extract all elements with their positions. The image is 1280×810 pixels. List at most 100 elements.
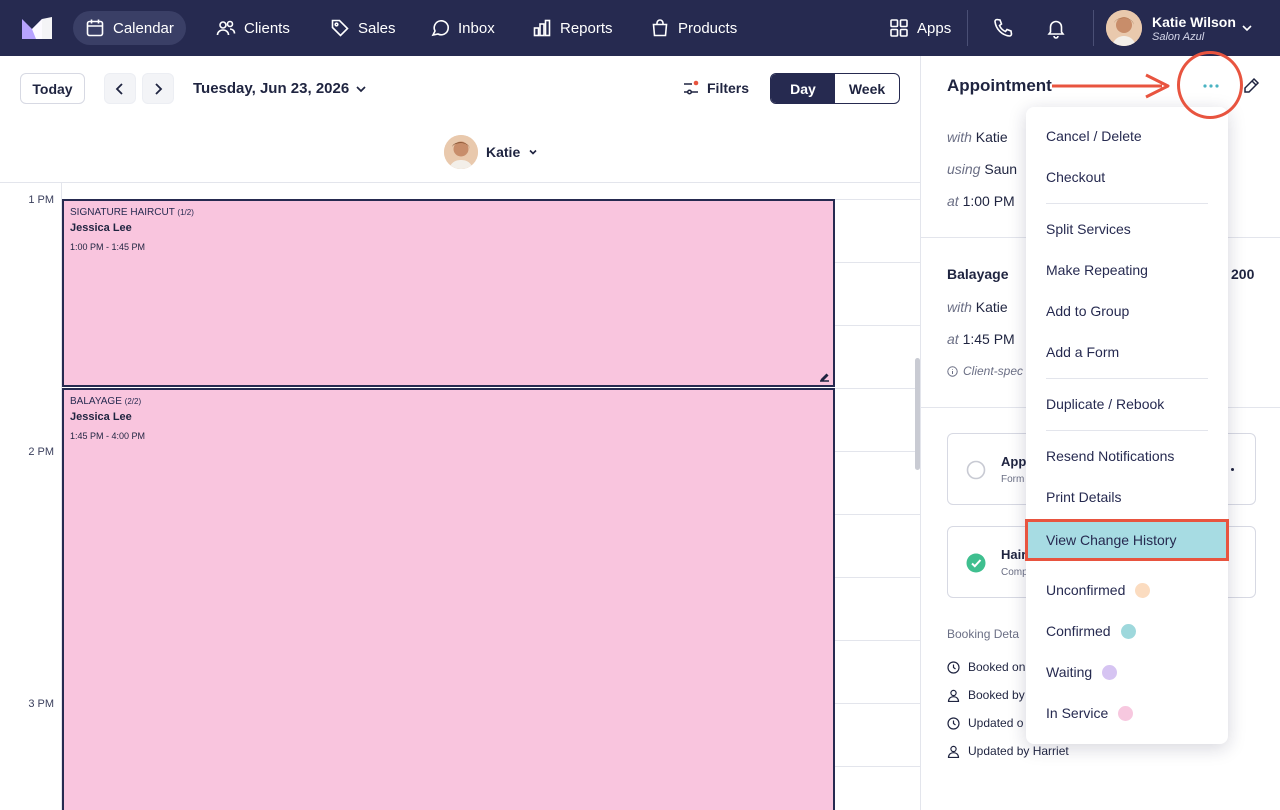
service2-name: Balayage <box>947 266 1009 282</box>
status-dot <box>1120 623 1136 639</box>
more-options-menu: Cancel / Delete Checkout Split Services … <box>1025 107 1229 744</box>
top-navigation: Calendar Clients Sales Inbox Reports Pro… <box>0 0 1280 56</box>
service1-using: using Saun <box>947 161 1018 177</box>
clock-icon <box>947 660 960 674</box>
staff-avatar <box>444 135 478 169</box>
grid-line <box>835 640 920 641</box>
tag-icon <box>331 19 349 37</box>
nav-apps[interactable]: Apps <box>877 11 963 45</box>
chevron-down-icon[interactable] <box>1240 21 1254 35</box>
pencil-icon[interactable] <box>819 371 830 382</box>
appointment-client: Jessica Lee <box>70 411 132 423</box>
status-in-service[interactable]: In Service <box>1046 705 1134 721</box>
menu-item-label: View Change History <box>1046 532 1177 548</box>
menu-item-checkout[interactable]: Checkout <box>1046 169 1105 185</box>
nav-reports[interactable]: Reports <box>520 11 625 45</box>
form-subtitle: Comp <box>1001 567 1028 578</box>
user-name: Katie Wilson <box>1152 13 1236 30</box>
appointment-time: 1:00 PM - 1:45 PM <box>70 242 146 252</box>
nav-products-label: Products <box>678 19 738 37</box>
calendar-grid: 1 PM 2 PM 3 PM SIGNATURE HAIRCUT (1/2) J… <box>0 182 920 810</box>
brand-logo-icon[interactable] <box>22 17 52 39</box>
service1-with: with Katie <box>947 129 1008 145</box>
form-subtitle: Form <box>1001 474 1025 485</box>
nav-inbox-label: Inbox <box>458 19 495 37</box>
status-dot <box>1118 705 1134 721</box>
nav-calendar[interactable]: Calendar <box>73 11 186 45</box>
nav-sales-label: Sales <box>358 19 396 37</box>
service1-at: at 1:00 PM <box>947 193 1015 209</box>
menu-item-add-to-group[interactable]: Add to Group <box>1046 303 1129 319</box>
menu-item-view-change-history[interactable]: View Change History <box>1025 519 1229 561</box>
annotation-circle <box>1177 51 1243 119</box>
user-menu[interactable]: Katie Wilson Salon Azul <box>1106 10 1236 46</box>
form-title: App <box>1001 454 1027 469</box>
grid-line <box>835 766 920 767</box>
appointment-service: SIGNATURE HAIRCUT (1/2) <box>70 207 194 218</box>
updated-on-row: Updated o <box>947 716 1023 730</box>
info-icon <box>947 365 958 377</box>
status-dot <box>1102 664 1118 680</box>
grid-line <box>835 325 920 326</box>
menu-item-split-services[interactable]: Split Services <box>1046 221 1131 237</box>
shopping-bag-icon <box>652 19 668 37</box>
status-waiting[interactable]: Waiting <box>1046 664 1118 680</box>
staff-name: Katie <box>486 144 521 160</box>
nav-reports-label: Reports <box>560 19 613 37</box>
more-dot-icon <box>1231 468 1234 471</box>
nav-clients-label: Clients <box>244 19 290 37</box>
menu-item-print-details[interactable]: Print Details <box>1046 489 1121 505</box>
menu-divider <box>1046 430 1208 431</box>
menu-item-make-repeating[interactable]: Make Repeating <box>1046 262 1148 278</box>
date-picker[interactable]: Tuesday, Jun 23, 2026 <box>193 80 367 97</box>
apps-grid-icon <box>890 19 908 37</box>
view-toggle: Day Week <box>770 73 900 104</box>
pencil-icon[interactable] <box>1241 76 1261 96</box>
client-note: Client-spec <box>947 364 1023 378</box>
status-dot <box>1135 582 1151 598</box>
appointment-time: 1:45 PM - 4:00 PM <box>70 431 146 441</box>
service2-with: with Katie <box>947 299 1008 315</box>
menu-divider <box>1046 378 1208 379</box>
filters-button[interactable]: Filters <box>682 79 749 97</box>
grid-line <box>835 577 920 578</box>
nav-clients[interactable]: Clients <box>204 11 302 45</box>
booked-on-row: Booked on <box>947 660 1025 674</box>
menu-item-cancel-delete[interactable]: Cancel / Delete <box>1046 128 1142 144</box>
menu-item-duplicate-rebook[interactable]: Duplicate / Rebook <box>1046 396 1164 412</box>
next-day-button[interactable] <box>142 73 174 104</box>
menu-item-resend-notifications[interactable]: Resend Notifications <box>1046 448 1174 464</box>
appointment-block[interactable]: SIGNATURE HAIRCUT (1/2) Jessica Lee 1:00… <box>62 199 835 387</box>
users-icon <box>216 20 236 36</box>
menu-item-add-a-form[interactable]: Add a Form <box>1046 344 1119 360</box>
status-confirmed[interactable]: Confirmed <box>1046 623 1136 639</box>
clock-icon <box>947 716 960 730</box>
grid-line <box>835 388 920 389</box>
view-week-button[interactable]: Week <box>835 74 899 103</box>
today-button[interactable]: Today <box>20 73 85 104</box>
chevron-down-icon <box>356 85 366 92</box>
bar-chart-icon <box>533 19 551 37</box>
appointment-client: Jessica Lee <box>70 222 132 234</box>
grid-line <box>835 514 920 515</box>
prev-day-button[interactable] <box>104 73 136 104</box>
booking-details-title: Booking Deta <box>947 627 1020 641</box>
appointment-block[interactable]: BALAYAGE (2/2) Jessica Lee 1:45 PM - 4:0… <box>62 388 835 810</box>
updated-by-row: Updated by Harriet <box>947 744 1069 758</box>
view-day-button[interactable]: Day <box>771 74 835 103</box>
nav-inbox[interactable]: Inbox <box>418 11 507 45</box>
unchecked-circle-icon <box>966 460 986 480</box>
staff-selector[interactable]: Katie <box>444 135 538 169</box>
time-label: 2 PM <box>28 446 54 458</box>
grid-line <box>835 262 920 263</box>
phone-icon[interactable] <box>992 17 1014 39</box>
nav-divider <box>967 10 968 46</box>
status-unconfirmed[interactable]: Unconfirmed <box>1046 582 1151 598</box>
date-label-text: Tuesday, Jun 23, 2026 <box>193 80 350 97</box>
check-circle-icon <box>966 553 986 573</box>
bell-icon[interactable] <box>1045 17 1067 39</box>
user-salon: Salon Azul <box>1152 30 1205 43</box>
chevron-down-icon <box>529 149 537 155</box>
nav-sales[interactable]: Sales <box>318 11 408 45</box>
nav-products[interactable]: Products <box>638 11 749 45</box>
